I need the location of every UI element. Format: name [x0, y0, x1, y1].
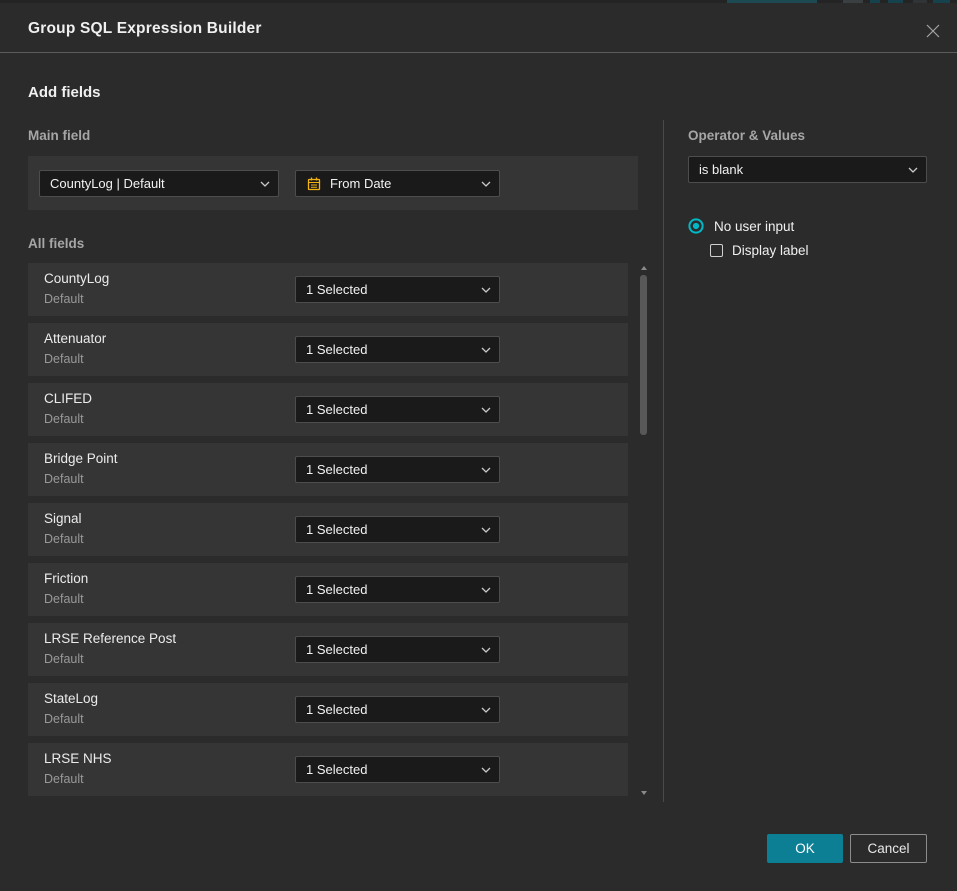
chevron-down-icon [481, 467, 491, 473]
field-row: Signal Default 1 Selected [28, 503, 628, 556]
field-type: Default [44, 712, 84, 726]
field-row: Bridge Point Default 1 Selected [28, 443, 628, 496]
dialog-title: Group SQL Expression Builder [28, 20, 262, 38]
field-selection-dropdown[interactable]: 1 Selected [295, 276, 500, 303]
field-name: Signal [44, 511, 82, 526]
chevron-down-icon [908, 167, 918, 173]
field-type: Default [44, 292, 84, 306]
display-label-label: Display label [732, 243, 809, 258]
field-name: Attenuator [44, 331, 106, 346]
field-row: StateLog Default 1 Selected [28, 683, 628, 736]
add-fields-heading: Add fields [28, 84, 101, 101]
selection-value: 1 Selected [306, 342, 367, 357]
operator-values-label: Operator & Values [688, 128, 805, 143]
field-selection-dropdown[interactable]: 1 Selected [295, 456, 500, 483]
field-selection-dropdown[interactable]: 1 Selected [295, 336, 500, 363]
selection-value: 1 Selected [306, 282, 367, 297]
chevron-down-icon [481, 647, 491, 653]
field-name: LRSE NHS [44, 751, 112, 766]
field-selection-dropdown[interactable]: 1 Selected [295, 576, 500, 603]
field-selection-dropdown[interactable]: 1 Selected [295, 516, 500, 543]
layer-select-value: CountyLog | Default [50, 176, 165, 191]
selection-value: 1 Selected [306, 762, 367, 777]
all-fields-label: All fields [28, 236, 84, 251]
field-type: Default [44, 772, 84, 786]
field-row: CLIFED Default 1 Selected [28, 383, 628, 436]
all-fields-scrollbar[interactable] [639, 263, 649, 798]
chevron-down-icon [481, 767, 491, 773]
selection-value: 1 Selected [306, 522, 367, 537]
main-field-panel: CountyLog | Default From Date [28, 156, 638, 210]
operator-select[interactable]: is blank [688, 156, 927, 183]
field-name: StateLog [44, 691, 98, 706]
close-icon [925, 23, 941, 39]
field-select[interactable]: From Date [295, 170, 500, 197]
field-selection-dropdown[interactable]: 1 Selected [295, 636, 500, 663]
checkbox-unchecked-icon[interactable] [710, 244, 723, 257]
field-type: Default [44, 592, 84, 606]
field-selection-dropdown[interactable]: 1 Selected [295, 756, 500, 783]
field-row: LRSE NHS Default 1 Selected [28, 743, 628, 796]
field-row: LRSE Reference Post Default 1 Selected [28, 623, 628, 676]
field-type: Default [44, 532, 84, 546]
scroll-down-icon[interactable] [641, 791, 647, 795]
layer-select[interactable]: CountyLog | Default [39, 170, 279, 197]
display-label-checkbox-row[interactable]: Display label [710, 243, 809, 258]
chevron-down-icon [481, 347, 491, 353]
field-selection-dropdown[interactable]: 1 Selected [295, 396, 500, 423]
field-selection-dropdown[interactable]: 1 Selected [295, 696, 500, 723]
selection-value: 1 Selected [306, 702, 367, 717]
no-user-input-radio[interactable]: No user input [688, 218, 794, 234]
selection-value: 1 Selected [306, 642, 367, 657]
close-button[interactable] [924, 22, 942, 40]
column-divider [663, 120, 664, 802]
chevron-down-icon [481, 707, 491, 713]
no-user-input-label: No user input [714, 219, 794, 234]
field-name: LRSE Reference Post [44, 631, 176, 646]
field-name: CountyLog [44, 271, 109, 286]
field-select-value: From Date [330, 176, 391, 191]
title-divider [0, 52, 957, 53]
main-field-label: Main field [28, 128, 90, 143]
radio-selected-icon [688, 218, 704, 234]
chevron-down-icon [481, 407, 491, 413]
chevron-down-icon [481, 527, 491, 533]
dialog-title-bar: Group SQL Expression Builder [0, 3, 957, 52]
field-name: Friction [44, 571, 88, 586]
selection-value: 1 Selected [306, 582, 367, 597]
field-row: Attenuator Default 1 Selected [28, 323, 628, 376]
scroll-up-icon[interactable] [641, 266, 647, 270]
cancel-button[interactable]: Cancel [850, 834, 927, 863]
operator-select-value: is blank [699, 162, 743, 177]
field-type: Default [44, 352, 84, 366]
selection-value: 1 Selected [306, 402, 367, 417]
field-type: Default [44, 472, 84, 486]
scrollbar-thumb[interactable] [640, 275, 647, 435]
field-type: Default [44, 412, 84, 426]
chevron-down-icon [481, 587, 491, 593]
field-name: CLIFED [44, 391, 92, 406]
field-type: Default [44, 652, 84, 666]
chevron-down-icon [481, 181, 491, 187]
field-row: CountyLog Default 1 Selected [28, 263, 628, 316]
chevron-down-icon [481, 287, 491, 293]
chevron-down-icon [260, 181, 270, 187]
ok-button[interactable]: OK [767, 834, 843, 863]
field-name: Bridge Point [44, 451, 118, 466]
calendar-date-icon [306, 176, 322, 192]
field-row: Friction Default 1 Selected [28, 563, 628, 616]
selection-value: 1 Selected [306, 462, 367, 477]
